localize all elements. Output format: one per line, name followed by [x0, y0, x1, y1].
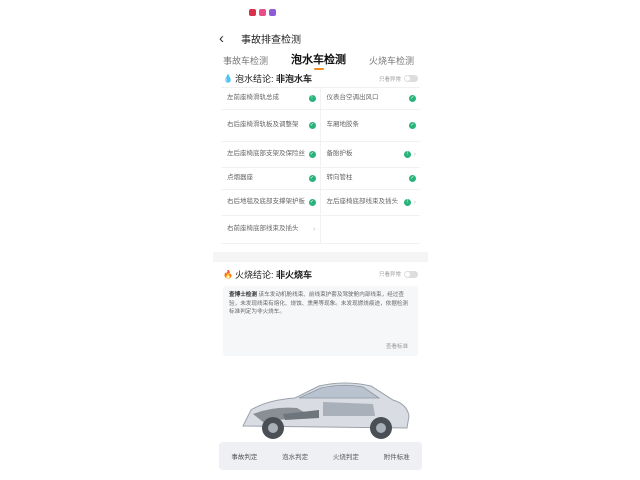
- chevron-right-icon: ›: [313, 225, 316, 233]
- car-illustration: [223, 364, 418, 444]
- fire-filter-label: 只看异常: [378, 272, 401, 278]
- nav-bar: ‹ 事故排查检测: [213, 24, 428, 52]
- check-item[interactable]: 左后座椅底部线束及插头 ! ›: [320, 190, 420, 216]
- app-screen: ‹ 事故排查检测 事故车检测 泡水车检测 火烧车检测 💧 泡水结论: 非泡水车 …: [213, 0, 428, 480]
- fire-filter: 只看异常: [379, 270, 418, 278]
- fire-conclusion: 火烧结论: 非火烧车: [235, 268, 312, 281]
- bottom-nav-accident[interactable]: 事故判定: [231, 451, 257, 461]
- check-item-label: 左后座椅底部线束及插头: [326, 198, 399, 206]
- page-title: 事故排查检测: [241, 34, 301, 46]
- check-warn-icon: !: [308, 95, 316, 102]
- check-item[interactable]: 备胎护板 ! ›: [320, 142, 420, 168]
- water-conclusion-value: 非泡水车: [276, 74, 313, 84]
- fire-report: 查博士检测 该车发动机舱线束、前线束护套及驾驶舱内部线束，经过查验，未发现线束有…: [223, 286, 418, 356]
- tab-accident[interactable]: 事故车检测: [223, 54, 268, 70]
- tab-fire[interactable]: 火烧车检测: [369, 54, 414, 70]
- water-check-grid: 左前座椅滑轨总成 ! 仪表台空调出风口 ✓ 右后座椅滑轨板及调整架 ✓ 车厢地胶…: [221, 87, 420, 244]
- car-image: [242, 382, 410, 439]
- water-check-card: 左前座椅滑轨总成 ! 仪表台空调出风口 ✓ 右后座椅滑轨板及调整架 ✓ 车厢地胶…: [221, 87, 420, 244]
- check-item-empty: [320, 216, 420, 244]
- fire-filter-toggle[interactable]: [404, 270, 418, 278]
- chevron-right-icon: ›: [413, 198, 416, 206]
- water-drop-icon: 💧: [223, 74, 233, 83]
- check-item[interactable]: 左后座椅底部支架及保险丝 ✓: [221, 142, 321, 168]
- check-item-label: 右后地毯及底部支撑架护板: [227, 198, 305, 206]
- check-ok-icon: ✓: [409, 122, 416, 129]
- check-item-label: 备胎护板: [326, 150, 353, 158]
- fire-conclusion-row: 🔥 火烧结论: 非火烧车 只看异常: [213, 262, 428, 286]
- bottom-nav-flood[interactable]: 泡水判定: [282, 451, 308, 461]
- app-icon-pink: [259, 8, 266, 16]
- tab-bar: 事故车检测 泡水车检测 火烧车检测: [213, 52, 428, 70]
- check-item[interactable]: 点烟器座 ✓: [221, 168, 321, 190]
- tab-flood[interactable]: 泡水车检测: [291, 51, 346, 70]
- report-brand: 查博士检测: [229, 292, 257, 298]
- fire-conclusion-value: 非火烧车: [276, 269, 313, 280]
- chevron-right-icon: ›: [413, 150, 416, 158]
- check-item-label: 车厢地胶条: [326, 121, 360, 129]
- check-ok-icon: ✓: [409, 175, 416, 182]
- section-divider: [213, 252, 428, 262]
- bottom-nav-fire[interactable]: 火烧判定: [333, 451, 359, 461]
- check-ok-icon: ✓: [308, 122, 316, 129]
- check-ok-icon: ✓: [409, 95, 416, 102]
- check-item-label: 点烟器座: [227, 174, 253, 182]
- water-conclusion-label: 泡水结论:: [235, 74, 274, 84]
- water-conclusion: 泡水结论: 非泡水车: [235, 72, 312, 85]
- status-bar: [213, 0, 428, 24]
- back-arrow-icon[interactable]: ‹: [219, 31, 237, 46]
- check-item-label: 右后座椅滑轨板及调整架: [227, 121, 299, 129]
- check-item-label: 仪表台空调出风口: [326, 94, 379, 102]
- check-ok-icon: ✓: [308, 199, 316, 206]
- check-ok-icon: ✓: [308, 175, 316, 182]
- check-warn-icon: !: [403, 199, 411, 206]
- view-standard-link[interactable]: 查看标准: [386, 342, 408, 350]
- bottom-nav-attachment[interactable]: 附件标准: [384, 451, 410, 461]
- app-icon-purple: [269, 8, 276, 16]
- check-item-label: 转向管柱: [326, 174, 353, 182]
- check-warn-icon: !: [403, 151, 411, 158]
- fire-conclusion-label: 火烧结论:: [235, 269, 274, 280]
- check-item[interactable]: 右后座椅滑轨板及调整架 ✓: [221, 110, 321, 142]
- check-item[interactable]: 仪表台空调出风口 ✓: [320, 88, 420, 110]
- flame-icon: 🔥: [223, 269, 233, 279]
- check-item-label: 左前座椅滑轨总成: [227, 94, 279, 102]
- water-filter: 只看异常: [379, 75, 418, 83]
- water-filter-label: 只看异常: [378, 76, 401, 83]
- fire-report-text: 查博士检测 该车发动机舱线束、前线束护套及驾驶舱内部线束，经过查验，未发现线束有…: [229, 291, 412, 317]
- check-ok-icon: ✓: [308, 151, 316, 158]
- check-item[interactable]: 转向管柱 ✓: [320, 168, 420, 190]
- check-item[interactable]: 车厢地胶条 ✓: [320, 110, 420, 142]
- check-item[interactable]: 左前座椅滑轨总成 !: [221, 88, 321, 110]
- check-item-label: 右前座椅底部线束及插头: [227, 225, 299, 233]
- app-icon-red: [249, 8, 256, 16]
- bottom-nav: 事故判定 泡水判定 火烧判定 附件标准: [219, 442, 422, 470]
- check-item-label: 左后座椅底部支架及保险丝: [227, 150, 305, 158]
- water-conclusion-row: 💧 泡水结论: 非泡水车 只看异常: [213, 70, 428, 87]
- check-item[interactable]: 右后地毯及底部支撑架护板 ✓: [221, 190, 321, 216]
- check-item[interactable]: 右前座椅底部线束及插头 ›: [221, 216, 321, 244]
- water-filter-toggle[interactable]: [404, 75, 418, 82]
